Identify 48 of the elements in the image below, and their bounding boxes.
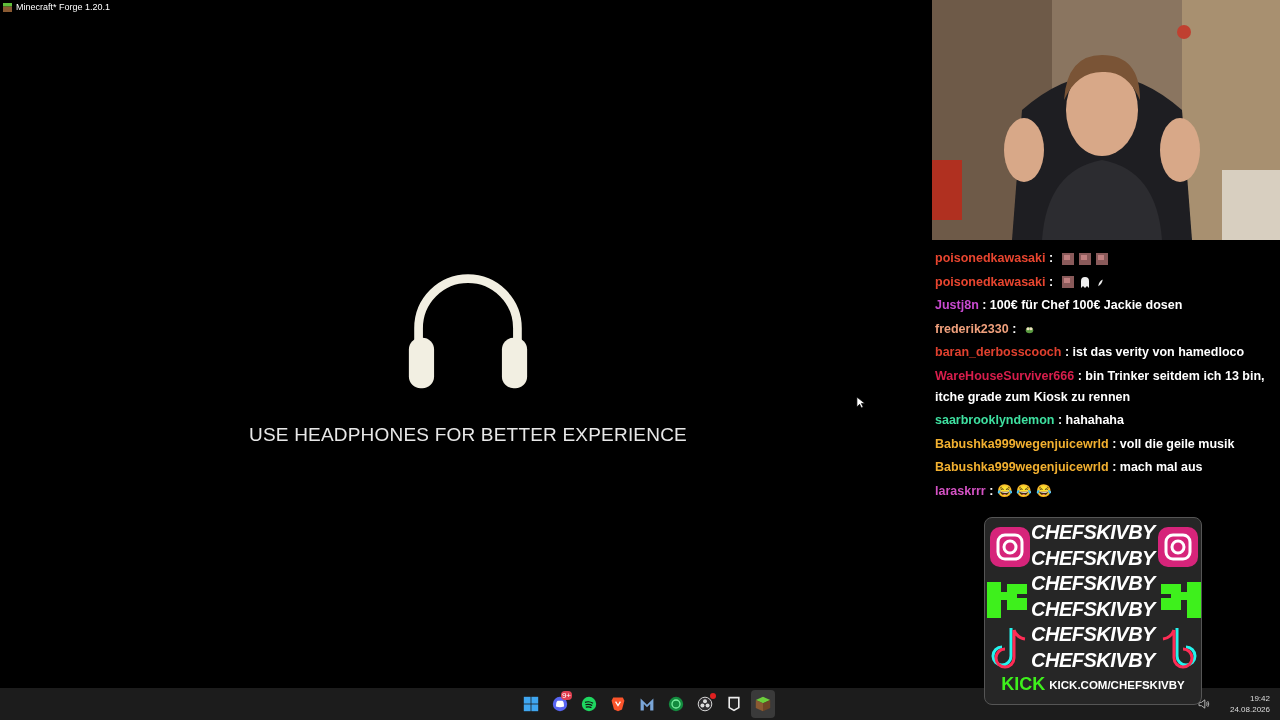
taskbar-app-button[interactable] bbox=[751, 690, 775, 718]
chat-username: poisonedkawasaki bbox=[935, 274, 1046, 289]
channel-handle: CHEFSKIVBY bbox=[1031, 520, 1155, 545]
circle-app-icon bbox=[668, 696, 684, 712]
emote-icon bbox=[1061, 252, 1074, 265]
chat-separator: : bbox=[1012, 321, 1017, 336]
emote-icon bbox=[1095, 252, 1108, 265]
speaker-icon bbox=[1197, 699, 1210, 709]
grass-block-icon bbox=[3, 2, 12, 12]
chat-message: saarbrooklyndemon : hahahaha bbox=[935, 412, 1125, 429]
channel-handle: CHEFSKIVBY bbox=[1031, 545, 1155, 571]
emote-icon bbox=[1078, 252, 1091, 265]
channel-handle: CHEFSKIVBY bbox=[1031, 596, 1155, 622]
windows-icon bbox=[523, 696, 539, 712]
channel-handle: CHEFSKIVBY bbox=[1031, 622, 1155, 647]
notification-badge: 9+ bbox=[560, 691, 572, 700]
frog-icon bbox=[1024, 324, 1034, 334]
chat-separator: : bbox=[1048, 274, 1054, 289]
feather-icon bbox=[1095, 277, 1105, 287]
channel-url: KICK.COM/CHEFSKIVBY bbox=[1049, 678, 1185, 691]
chat-message: Babushka999wegenjuicewrld : mach mal aus bbox=[935, 459, 1204, 476]
m-logo-icon bbox=[639, 696, 655, 712]
chat-username: frederik2330 bbox=[935, 321, 1009, 336]
chat-message: WareHouseSurviver666 : bin Trinker seitdem ich 13 bin, itche grade zum Kiosk zu rennen bbox=[935, 367, 1266, 406]
obs-icon bbox=[697, 696, 713, 712]
instagram-icon bbox=[1158, 527, 1198, 567]
clock-date: 24.08.2026 bbox=[1229, 704, 1270, 715]
chat-message: laraskrrr : 😂 😂 😂 bbox=[935, 482, 1053, 500]
chat-message: Justj8n : 100€ für Chef 100€ Jackie dosen bbox=[935, 297, 1184, 314]
chat-separator: : bbox=[1048, 251, 1054, 265]
grass-block-icon bbox=[755, 696, 771, 712]
emote-icon bbox=[1061, 276, 1074, 289]
instagram-icon bbox=[990, 527, 1030, 567]
channel-handle: CHEFSKIVBY bbox=[1031, 571, 1155, 596]
chat-message: Babushka999wegenjuicewrld : voll die geile musik bbox=[935, 435, 1236, 453]
kick-logo: KICK bbox=[1001, 674, 1046, 695]
chat-message: baran_derbosscooch : ist das verity von hamedloco bbox=[935, 344, 1246, 361]
taskbar-app-button[interactable]: 9+ bbox=[548, 690, 572, 718]
clock-time: 19:42 bbox=[1249, 693, 1270, 704]
window-title: Minecraft* Forge 1.20.1 bbox=[16, 2, 111, 12]
epic-shield-icon bbox=[726, 696, 742, 712]
channel-handle: CHEFSKIVBY bbox=[1031, 647, 1155, 673]
controller-icon bbox=[552, 696, 568, 712]
headphones-message: USE HEADPHONES FOR BETTER EXPERIENCE bbox=[249, 424, 687, 446]
ghost-icon bbox=[1078, 276, 1091, 289]
chat-username: poisonedkawasaki bbox=[935, 251, 1046, 265]
spotify-icon bbox=[581, 696, 597, 712]
mouse-cursor-icon bbox=[856, 396, 865, 409]
